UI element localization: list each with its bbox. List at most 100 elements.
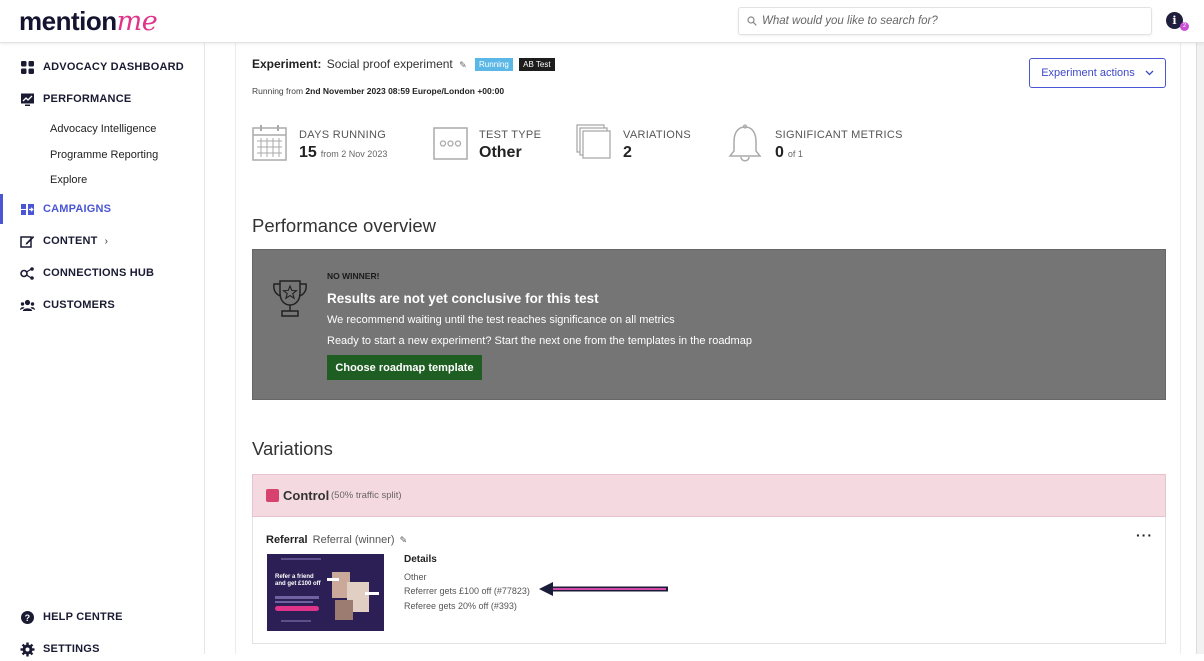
hub-icon (20, 267, 34, 280)
sidebar-item-label: HELP CENTRE (43, 611, 123, 623)
control-color-swatch (266, 489, 279, 502)
details-title: Details (404, 554, 437, 565)
sidebar-item-label: ADVOCACY DASHBOARD (43, 61, 184, 73)
running-prefix: Running from (252, 86, 304, 96)
sidebar: ADVOCACY DASHBOARD PERFORMANCE Advocacy … (0, 43, 205, 657)
grid-icon (21, 61, 34, 74)
campaigns-icon (21, 204, 34, 215)
running-from-text: Running from 2nd November 2023 08:59 Eur… (252, 86, 504, 96)
chart-icon (21, 93, 34, 106)
notification-badge: 2 (1180, 22, 1189, 31)
results-panel: NO WINNER! Results are not yet conclusiv… (252, 249, 1166, 400)
control-variation-body: Referral Referral (winner) ✎ ··· Refer a… (252, 517, 1166, 644)
stat-variations: VARIATIONS 2 (576, 124, 716, 164)
sidebar-subitem-programme-reporting[interactable]: Programme Reporting (50, 149, 158, 161)
experiment-header: Experiment: Social proof experiment ✎ Ru… (252, 57, 555, 71)
logo-accent-text: me (116, 6, 158, 37)
pencil-icon[interactable]: ✎ (459, 60, 467, 71)
more-options-icon[interactable]: ··· (1136, 527, 1153, 543)
test-type-label: TEST TYPE (479, 129, 542, 141)
help-icon: ? (21, 611, 34, 624)
top-bar: mentionme i 2 (0, 0, 1204, 43)
page-scrollbar[interactable] (1196, 43, 1204, 654)
search-box[interactable] (738, 7, 1152, 35)
preview-headline: Refer a friend and get £100 off (275, 574, 321, 587)
running-date: 2nd November 2023 08:59 Europe/London +0… (305, 86, 505, 96)
chevron-down-icon (1145, 70, 1154, 76)
referral-subtitle: Referral (winner) (312, 534, 395, 546)
significant-metrics-value: 0 of 1 (775, 144, 803, 162)
bell-icon (728, 124, 762, 162)
sidebar-item-help-centre[interactable]: ? HELP CENTRE (0, 605, 204, 629)
gear-icon (20, 642, 35, 657)
content-label-text: CONTENT (43, 235, 98, 247)
layers-icon (576, 124, 611, 159)
days-running-number: 15 (299, 144, 317, 161)
logo-text: mention (19, 6, 117, 36)
stat-days-running: DAYS RUNNING 15 from 2 Nov 2023 (252, 124, 422, 164)
days-running-value: 15 from 2 Nov 2023 (299, 144, 387, 162)
sidebar-item-advocacy-dashboard[interactable]: ADVOCACY DASHBOARD (0, 55, 204, 79)
significant-metrics-label: SIGNIFICANT METRICS (775, 129, 903, 141)
referral-title-bold: Referral (266, 534, 308, 546)
days-running-label: DAYS RUNNING (299, 129, 387, 141)
sidebar-subitem-advocacy-intelligence[interactable]: Advocacy Intelligence (50, 123, 156, 135)
edit-icon (20, 236, 35, 248)
significant-metrics-sub: of 1 (787, 149, 803, 159)
experiment-actions-button[interactable]: Experiment actions (1029, 58, 1166, 88)
experiment-label: Experiment: (252, 57, 322, 71)
variations-title: Variations (252, 438, 333, 459)
detail-line-type: Other (404, 572, 427, 582)
pencil-icon[interactable]: ✎ (400, 535, 408, 546)
choose-roadmap-template-button[interactable]: Choose roadmap template (327, 355, 482, 380)
referral-title: Referral Referral (winner) ✎ (266, 534, 407, 546)
referral-preview-thumbnail[interactable]: Refer a friend and get £100 off (267, 554, 384, 631)
sidebar-item-label: CAMPAIGNS (43, 203, 112, 215)
control-traffic-split: (50% traffic split) (331, 490, 402, 501)
svg-text:?: ? (25, 613, 31, 623)
test-type-badge: AB Test (519, 58, 555, 71)
sidebar-item-label: CONNECTIONS HUB (43, 267, 155, 279)
experiment-name: Social proof experiment (326, 57, 453, 71)
stat-significant-metrics: SIGNIFICANT METRICS 0 of 1 (727, 124, 927, 164)
sidebar-item-label: SETTINGS (43, 643, 100, 655)
variations-label: VARIATIONS (623, 129, 691, 141)
sidebar-subitem-explore[interactable]: Explore (50, 174, 87, 186)
sidebar-item-label: PERFORMANCE (43, 93, 132, 105)
users-icon (20, 299, 35, 311)
status-badge: Running (475, 58, 513, 71)
detail-line-referee-reward: Referee gets 20% off (#393) (404, 601, 517, 611)
sidebar-item-label: CUSTOMERS (43, 299, 115, 311)
test-type-icon (433, 127, 468, 160)
preview-graphic (267, 554, 384, 631)
performance-overview-title: Performance overview (252, 215, 437, 236)
significant-metrics-number: 0 (775, 144, 784, 161)
detail-line-referrer-reward: Referrer gets £100 off (#77823) (404, 586, 530, 596)
experiment-actions-label: Experiment actions (1041, 67, 1135, 79)
results-recommendation-text: We recommend waiting until the test reac… (327, 314, 675, 326)
stat-test-type: TEST TYPE Other (433, 124, 563, 164)
sidebar-item-settings[interactable]: SETTINGS (0, 637, 204, 661)
variations-value: 2 (623, 144, 632, 161)
sidebar-item-campaigns[interactable]: CAMPAIGNS (0, 194, 204, 224)
main-panel: Experiment: Social proof experiment ✎ Ru… (235, 43, 1181, 654)
test-type-value: Other (479, 144, 522, 161)
sidebar-item-content[interactable]: CONTENT › (0, 229, 204, 253)
calendar-icon (252, 125, 287, 161)
control-variation-name: Control (283, 488, 330, 503)
chevron-right-icon: › (104, 236, 109, 247)
annotation-arrow-icon (539, 582, 668, 596)
trophy-icon (273, 280, 307, 317)
days-running-sub: from 2 Nov 2023 (320, 149, 388, 159)
control-variation-header[interactable]: Control (50% traffic split) (252, 474, 1166, 517)
mention-me-logo[interactable]: mentionme (19, 6, 158, 37)
search-input[interactable] (762, 11, 1142, 31)
search-icon (747, 16, 757, 26)
no-winner-label: NO WINNER! (327, 271, 380, 281)
sidebar-item-performance[interactable]: PERFORMANCE (0, 87, 204, 111)
sidebar-item-label: CONTENT › (43, 235, 108, 247)
sidebar-item-customers[interactable]: CUSTOMERS (0, 293, 204, 317)
results-next-step-text: Ready to start a new experiment? Start t… (327, 335, 752, 347)
sidebar-item-connections-hub[interactable]: CONNECTIONS HUB (0, 261, 204, 285)
results-title: Results are not yet conclusive for this … (327, 291, 599, 306)
